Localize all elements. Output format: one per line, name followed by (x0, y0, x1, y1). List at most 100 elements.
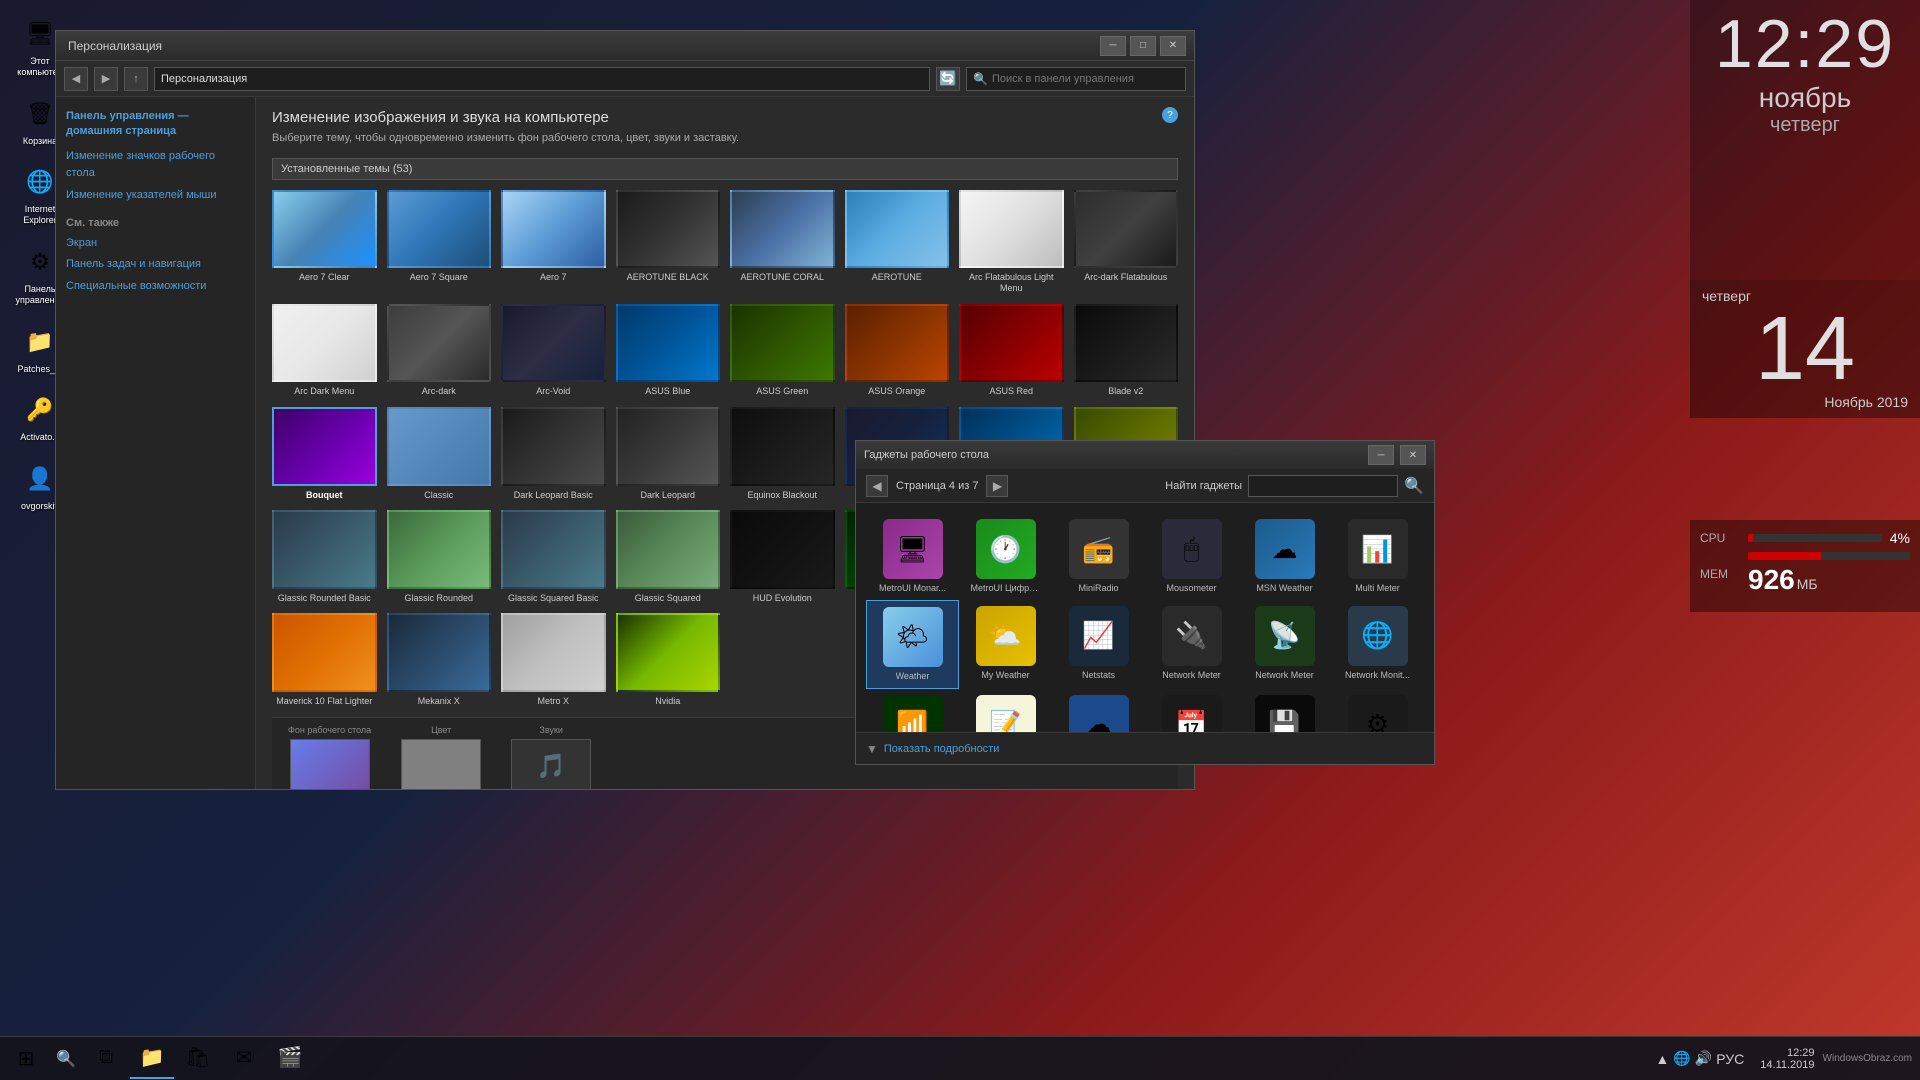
taskbar-mail[interactable]: ✉ (222, 1039, 266, 1079)
gadget-item-miniradio[interactable]: 📻MiniRadio (1052, 513, 1145, 600)
gadget-item-networkutility[interactable]: 📶Network Utilit... (866, 689, 959, 732)
theme-item-metro-x[interactable]: Metro X (501, 613, 606, 706)
gadget-item-weather[interactable]: 🌤Weather (866, 600, 959, 689)
up-button[interactable]: ↑ (124, 67, 148, 91)
theme-name-glassic-squared-basic: Glassic Squared Basic (508, 593, 599, 604)
show-details-link[interactable]: Показать подробности (884, 743, 999, 755)
color-preview[interactable] (401, 739, 481, 789)
tray-lang[interactable]: РУС (1716, 1051, 1744, 1067)
theme-item-aero7[interactable]: Aero 7 (501, 190, 606, 294)
tray-sound[interactable]: 🔊 (1695, 1050, 1712, 1067)
theme-item-glassic-squared[interactable]: Glassic Squared (616, 510, 721, 603)
gadget-item-mousometer[interactable]: 🖱Mousometer (1145, 513, 1238, 600)
theme-name-arc-dark: Arc-dark (422, 386, 456, 397)
theme-item-glassic-squared-basic[interactable]: Glassic Squared Basic (501, 510, 606, 603)
taskbar-task-view[interactable]: ⧉ (84, 1039, 128, 1079)
taskbar-search-btn[interactable]: 🔍 (48, 1041, 84, 1077)
theme-item-arc-void[interactable]: Arc-Void (501, 304, 606, 397)
window-controls: ─ □ ✕ (1100, 36, 1186, 56)
prev-page-btn[interactable]: ◀ (866, 475, 888, 497)
back-button[interactable]: ◀ (64, 67, 88, 91)
theme-item-hud-evolution[interactable]: HUD Evolution (730, 510, 835, 603)
theme-item-dark-leopard[interactable]: Dark Leopard (616, 407, 721, 500)
theme-item-equinox-blackout[interactable]: Equinox Blackout (730, 407, 835, 500)
theme-item-aerotune-coral[interactable]: AEROTUNE CORAL (730, 190, 835, 294)
theme-item-aerotune-black[interactable]: AEROTUNE BLACK (616, 190, 721, 294)
theme-name-glassic-rounded-basic: Glassic Rounded Basic (278, 593, 371, 604)
theme-item-aero7clear[interactable]: Aero 7 Clear (272, 190, 377, 294)
gadget-item-multimeter[interactable]: 📊Multi Meter (1331, 513, 1424, 600)
theme-preview-glassic-squared (616, 510, 721, 588)
gadget-item-onlyblack2[interactable]: ⚙OnlyBlack 2 cl... (1331, 689, 1424, 732)
theme-item-asus-red[interactable]: ASUS Red (959, 304, 1064, 397)
wallpaper-preview[interactable] (290, 739, 370, 789)
theme-item-arc-dark-flat[interactable]: Arc-dark Flatabulous (1074, 190, 1179, 294)
sound-preview[interactable]: 🎵 (511, 739, 591, 789)
gadget-item-networkmeter[interactable]: 🔌Network Meter (1145, 600, 1238, 689)
tray-expand[interactable]: ▲ (1656, 1051, 1670, 1067)
gadget-item-metroui2[interactable]: 🕐MetroUI Цифро... (959, 513, 1052, 600)
minimize-button[interactable]: ─ (1100, 36, 1126, 56)
sidebar-link-screen[interactable]: Экран (66, 235, 245, 253)
gadget-item-onlyblackcal[interactable]: 📅Only Black Cale... (1145, 689, 1238, 732)
theme-item-arc-dark-menu[interactable]: Arc Dark Menu (272, 304, 377, 397)
theme-item-aero7square[interactable]: Aero 7 Square (387, 190, 492, 294)
gadgets-search-input[interactable] (1248, 475, 1398, 497)
theme-item-aerotune[interactable]: AEROTUNE (845, 190, 950, 294)
gadget-item-myweather[interactable]: ⛅My Weather (959, 600, 1052, 689)
taskbar-store[interactable]: 🛍 (176, 1039, 220, 1079)
forward-button[interactable]: ▶ (94, 67, 118, 91)
taskbar-date: 14.11.2019 (1760, 1059, 1814, 1071)
help-button[interactable]: ? (1162, 107, 1178, 123)
gadget-icon-metroui: 🖥 (883, 519, 943, 579)
theme-item-nvidia[interactable]: Nvidia (616, 613, 721, 706)
color-item[interactable]: Цвет Другой (401, 725, 481, 789)
sidebar-link-mouse[interactable]: Изменение указателей мыши (66, 187, 245, 205)
theme-item-arc-flat-light[interactable]: Arc Flatabulous Light Menu (959, 190, 1064, 294)
theme-item-asus-orange[interactable]: ASUS Orange (845, 304, 950, 397)
gadget-name-miniradio: MiniRadio (1078, 583, 1118, 594)
desktop-icon-img-activator: 🔑 (20, 390, 60, 430)
sidebar-link-accessibility[interactable]: Специальные возможности (66, 278, 245, 296)
sidebar-link-taskbar[interactable]: Панель задач и навигация (66, 256, 245, 274)
gadgets-minimize-btn[interactable]: ─ (1368, 445, 1394, 465)
taskbar-clock[interactable]: 12:29 14.11.2019 (1752, 1047, 1822, 1071)
gadget-item-msnweather[interactable]: ☁MSN Weather (1238, 513, 1331, 600)
refresh-button[interactable]: 🔄 (936, 67, 960, 91)
gadget-item-networkmeter2[interactable]: 📡Network Meter (1238, 600, 1331, 689)
theme-item-bouquet[interactable]: Bouquet (272, 407, 377, 500)
next-page-btn[interactable]: ▶ (986, 475, 1008, 497)
theme-item-glassic-rounded[interactable]: Glassic Rounded (387, 510, 492, 603)
gadget-item-netstats[interactable]: 📈Netstats (1052, 600, 1145, 689)
gadget-item-onedrive[interactable]: ☁Onedrive (1052, 689, 1145, 732)
theme-item-asus-green[interactable]: ASUS Green (730, 304, 835, 397)
gadget-item-onlyblackhdd[interactable]: 💾Only Black HDD (1238, 689, 1331, 732)
gadget-item-note[interactable]: 📝Note (959, 689, 1052, 732)
theme-item-dark-leopard-basic[interactable]: Dark Leopard Basic (501, 407, 606, 500)
gadgets-search-icon[interactable]: 🔍 (1404, 476, 1424, 496)
tray-network[interactable]: 🌐 (1673, 1050, 1690, 1067)
theme-item-blade[interactable]: Blade v2 (1074, 304, 1179, 397)
taskbar-media[interactable]: 🎬 (268, 1039, 312, 1079)
gadget-item-metroui[interactable]: 🖥MetroUI Monar... (866, 513, 959, 600)
clock-widget: 12:29 ноябрь четверг (1690, 0, 1920, 280)
theme-item-asus-blue[interactable]: ASUS Blue (616, 304, 721, 397)
taskbar-explorer[interactable]: 📁 (130, 1039, 174, 1079)
theme-item-glassic-rounded-basic[interactable]: Glassic Rounded Basic (272, 510, 377, 603)
start-button[interactable]: ⊞ (4, 1039, 48, 1079)
gadgets-close-btn[interactable]: ✕ (1400, 445, 1426, 465)
theme-item-arc-dark[interactable]: Arc-dark (387, 304, 492, 397)
gadget-item-networkmonitor[interactable]: 🌐Network Monit... (1331, 600, 1424, 689)
clock-dayofweek: четверг (1770, 114, 1840, 137)
search-input[interactable] (992, 73, 1179, 85)
wallpaper-item[interactable]: Фон рабочего стола StreamofLight (288, 725, 371, 789)
sound-item[interactable]: Звуки 🎵 По умолчан... (511, 725, 591, 789)
close-button[interactable]: ✕ (1160, 36, 1186, 56)
theme-item-maverick-lighter[interactable]: Maverick 10 Flat Lighter (272, 613, 377, 706)
theme-item-classic[interactable]: Classic (387, 407, 492, 500)
sidebar-link-icons[interactable]: Изменение значков рабочего стола (66, 148, 245, 183)
theme-name-arc-void: Arc-Void (536, 386, 570, 397)
maximize-button[interactable]: □ (1130, 36, 1156, 56)
theme-item-mekanix[interactable]: Mekanix X (387, 613, 492, 706)
sidebar-main-link[interactable]: Панель управления — домашняя страница (66, 109, 245, 140)
